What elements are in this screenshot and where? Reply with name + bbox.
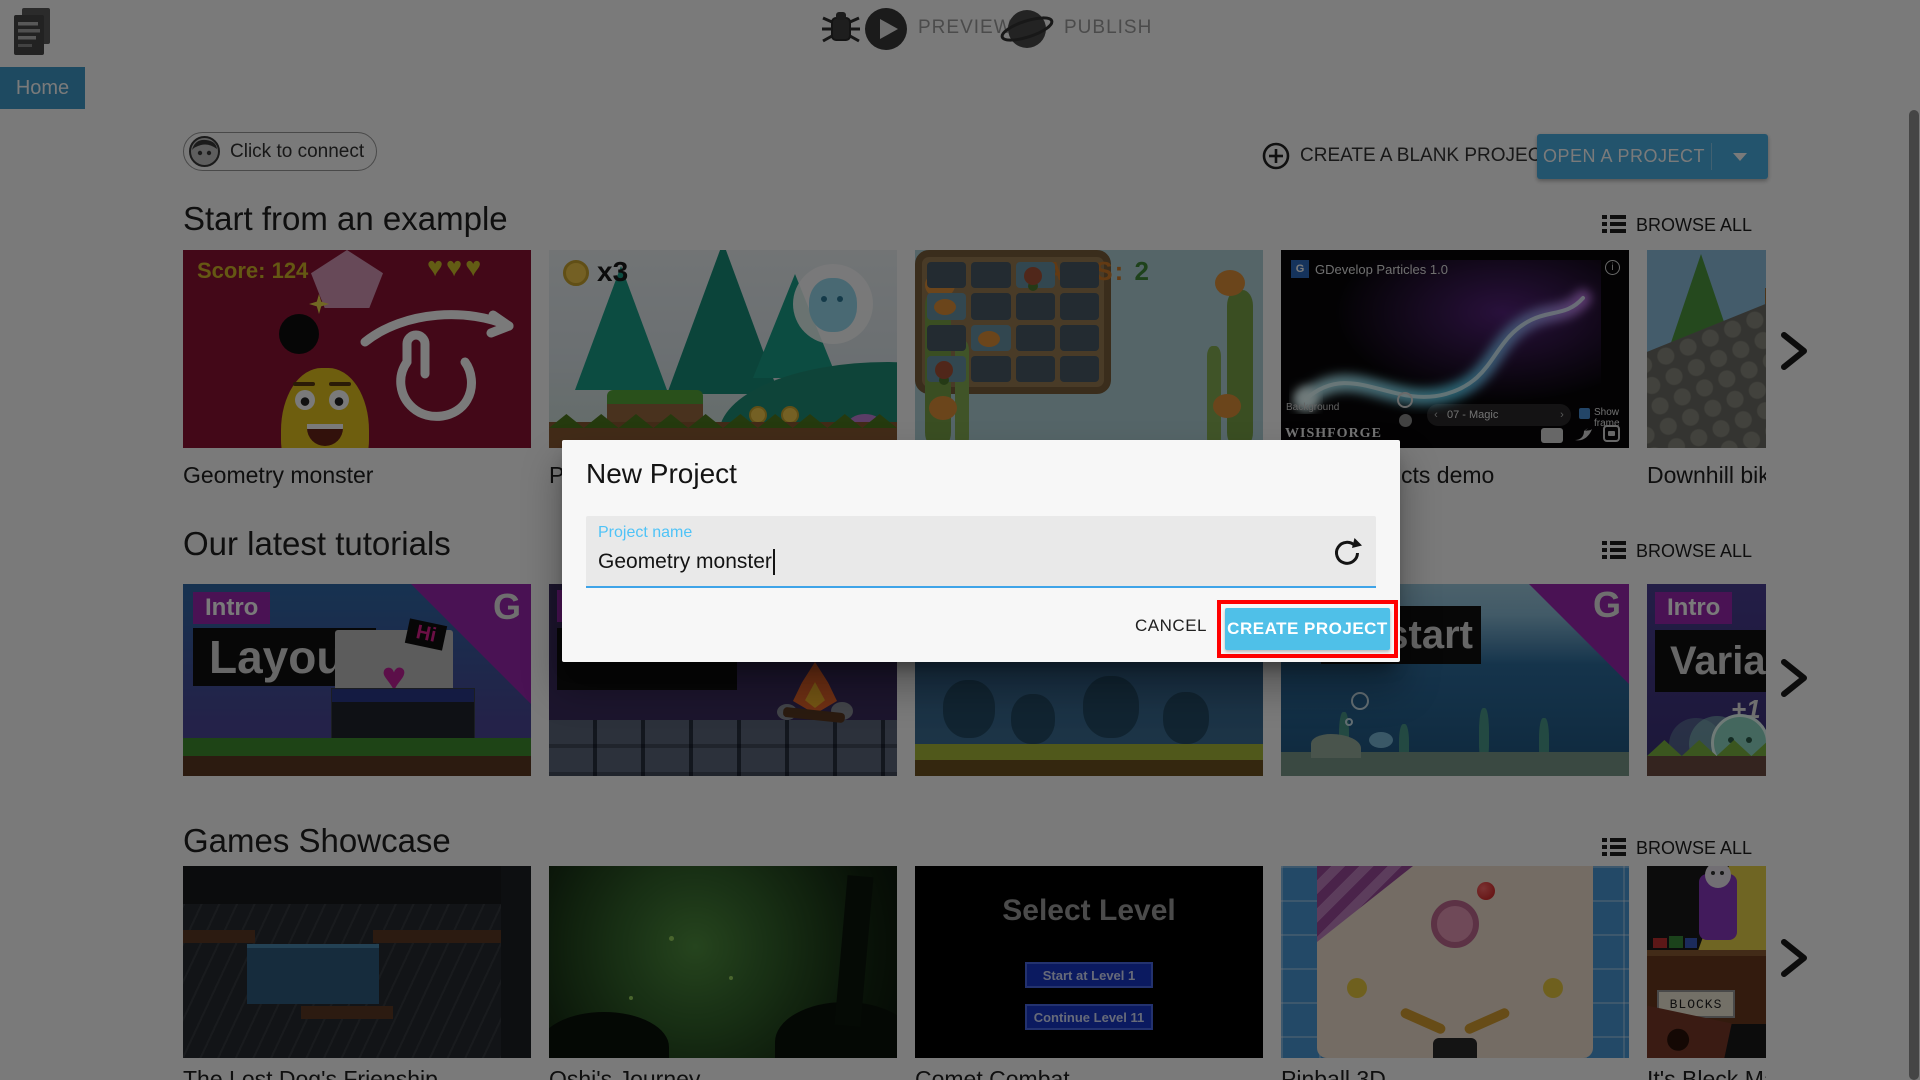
gdevelop-window: PREVIEW PUBLISH Home Click to connect <box>0 0 1920 1080</box>
red-annotation-highlight <box>1217 600 1398 658</box>
new-project-dialog: New Project Project name Geometry monste… <box>562 440 1400 662</box>
project-name-input[interactable]: Geometry monster <box>598 549 775 575</box>
project-name-value: Geometry monster <box>598 550 772 573</box>
refresh-icon[interactable] <box>1330 536 1362 568</box>
dialog-title: New Project <box>586 458 737 489</box>
project-name-field[interactable]: Project name Geometry monster <box>586 516 1376 588</box>
cancel-button[interactable]: CANCEL <box>1135 616 1207 636</box>
project-name-label: Project name <box>598 524 693 541</box>
text-cursor <box>772 549 775 575</box>
